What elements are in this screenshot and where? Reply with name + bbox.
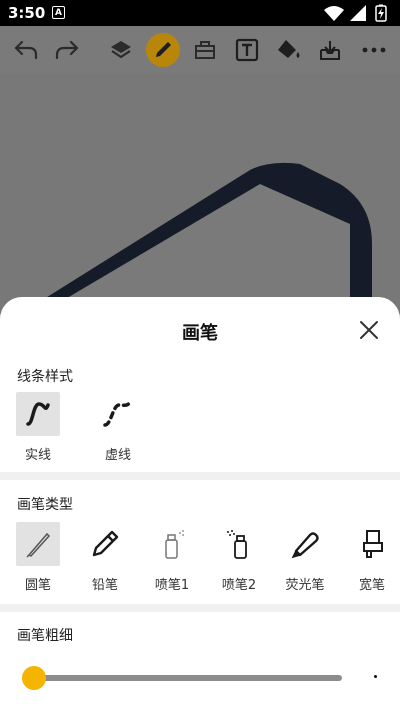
wide-brush-icon-box <box>350 522 394 566</box>
brush-size-label: 画笔粗细 <box>17 628 73 644</box>
text-tool-button[interactable] <box>229 32 265 68</box>
section-divider <box>0 604 400 612</box>
toolbox-button[interactable] <box>187 32 223 68</box>
highlighter-icon <box>291 532 319 559</box>
brush-type-round[interactable]: 圆笔 <box>15 522 61 593</box>
undo-button[interactable] <box>8 32 44 68</box>
brush-type-pencil-label: 铅笔 <box>91 578 118 593</box>
brush-icon <box>156 42 171 57</box>
round-brush-icon-box <box>16 522 60 566</box>
toolbox-icon <box>195 41 215 59</box>
save-download-icon <box>320 41 340 60</box>
wide-brush-icon <box>363 530 383 558</box>
round-brush-icon <box>26 532 51 558</box>
fill-bucket-button[interactable] <box>271 32 307 68</box>
brush-size-preview-dot <box>374 675 377 678</box>
airbrush-2-icon-box <box>217 522 261 566</box>
signal-icon <box>350 5 366 21</box>
close-button[interactable] <box>358 319 380 341</box>
drawn-shape <box>20 162 372 314</box>
pencil-icon <box>92 530 119 557</box>
layers-button[interactable] <box>103 32 139 68</box>
brush-type-label: 画笔类型 <box>17 497 73 513</box>
solid-line-icon-box <box>16 392 60 436</box>
slider-track[interactable] <box>22 675 342 681</box>
solid-line-icon <box>26 402 50 426</box>
text-tool-icon <box>235 38 259 62</box>
status-icons <box>322 4 392 22</box>
more-icon <box>362 47 386 53</box>
section-divider <box>0 472 400 480</box>
brush-size-slider[interactable] <box>22 665 342 691</box>
close-icon <box>360 321 378 339</box>
pencil-icon-box <box>83 522 127 566</box>
line-style-solid-label: 实线 <box>24 448 51 463</box>
brush-type-round-label: 圆笔 <box>24 578 51 593</box>
brush-type-airbrush-1-label: 喷笔1 <box>154 578 190 593</box>
line-style-dashed-label: 虚线 <box>104 448 131 463</box>
brush-type-airbrush-1[interactable]: 喷笔1 <box>149 522 195 593</box>
line-style-dashed[interactable]: 虚线 <box>95 392 141 463</box>
save-button[interactable] <box>312 32 348 68</box>
undo-icon <box>14 40 38 60</box>
layers-icon <box>111 41 131 59</box>
redo-button[interactable] <box>49 32 85 68</box>
brush-button[interactable] <box>146 33 180 67</box>
top-toolbar <box>0 26 400 74</box>
sheet-title: 画笔 <box>182 323 218 344</box>
more-button[interactable] <box>356 32 392 68</box>
status-time: 3:50 <box>8 4 46 22</box>
drawing-canvas[interactable] <box>0 74 400 314</box>
brush-type-wide[interactable]: 宽笔 <box>349 522 395 593</box>
spray-can-2-icon <box>227 530 247 559</box>
brush-type-wide-label: 宽笔 <box>358 578 385 593</box>
brush-type-airbrush-2-label: 喷笔2 <box>221 578 257 593</box>
brush-type-highlighter-label: 荧光笔 <box>285 578 325 593</box>
redo-icon <box>55 40 79 60</box>
airbrush-1-icon-box <box>150 522 194 566</box>
brush-type-pencil[interactable]: 铅笔 <box>82 522 128 593</box>
battery-icon <box>375 4 387 22</box>
line-style-label: 线条样式 <box>17 369 73 385</box>
spray-can-1-icon <box>165 530 184 559</box>
status-bar: 3:50 A <box>0 0 400 26</box>
wifi-icon <box>324 6 344 21</box>
dashed-line-icon <box>103 399 133 427</box>
dashed-line-icon-box <box>96 392 140 436</box>
fill-bucket-icon <box>278 40 300 58</box>
highlighter-icon-box <box>283 522 327 566</box>
line-style-solid[interactable]: 实线 <box>15 392 61 463</box>
brush-type-highlighter[interactable]: 荧光笔 <box>282 522 328 593</box>
slider-thumb[interactable] <box>22 666 46 690</box>
brush-settings-sheet: 画笔 线条样式 实线 虚线 画笔类型 圆笔 铅笔 喷笔1 喷笔2 荧光笔 宽笔 … <box>0 297 400 710</box>
notification-badge-icon: A <box>52 6 65 19</box>
brush-type-airbrush-2[interactable]: 喷笔2 <box>216 522 262 593</box>
